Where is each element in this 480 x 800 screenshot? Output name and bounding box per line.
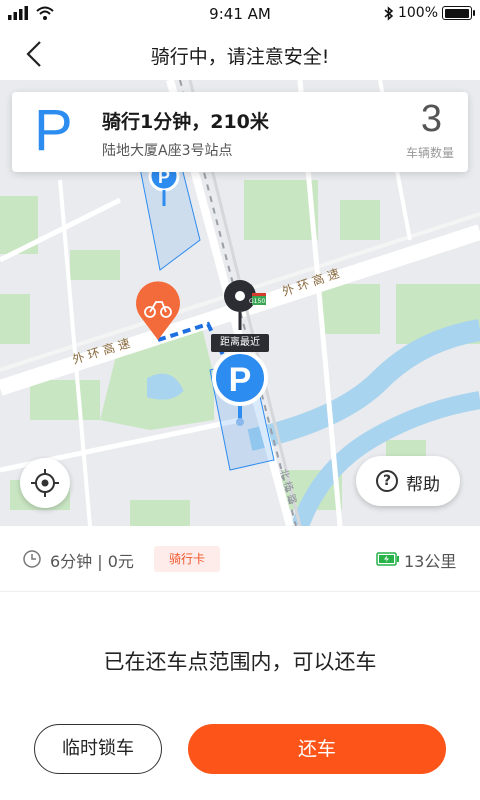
parking-letter: P: [34, 98, 73, 163]
return-bike-button[interactable]: 还车: [188, 724, 446, 774]
nearest-tag: 距离最近: [211, 334, 269, 352]
clock-icon: [23, 550, 41, 568]
page-title: 骑行中，请注意安全!: [150, 46, 330, 68]
bluetooth-icon: [384, 5, 394, 21]
vehicle-count: 3: [420, 98, 442, 140]
ride-info-row: 6分钟 | 0元 骑行卡 13公里: [0, 526, 480, 592]
svg-text:P: P: [229, 361, 252, 399]
station-name: 陆地大厦A座3号站点: [102, 143, 233, 159]
battery-percent: 100%: [397, 5, 438, 21]
return-status-message: 已在还车点范围内，可以还车: [103, 650, 377, 674]
locate-button[interactable]: [20, 458, 70, 508]
temp-lock-button[interactable]: 临时锁车: [34, 724, 162, 774]
help-button[interactable]: ? 帮助: [356, 456, 460, 506]
help-label: 帮助: [406, 475, 440, 495]
status-right: 100%: [384, 5, 475, 21]
ride-range: 13公里: [404, 552, 457, 571]
ride-time-cost: 6分钟 | 0元: [50, 552, 134, 571]
battery-level-icon: [376, 552, 399, 566]
svg-text:G1501: G1501: [249, 298, 269, 305]
question-icon: ?: [376, 470, 398, 492]
status-bar: 9:41 AM 100%: [0, 0, 480, 28]
ride-card-badge[interactable]: 骑行卡: [154, 546, 220, 572]
station-info-card[interactable]: P 骑行1分钟，210米 陆地大厦A座3号站点 3 车辆数量: [12, 92, 468, 172]
locate-icon: [31, 469, 59, 497]
battery-icon: [442, 6, 475, 20]
vehicle-count-label: 车辆数量: [405, 146, 454, 160]
nav-bar: 骑行中，请注意安全!: [0, 28, 480, 80]
ride-summary: 骑行1分钟，210米: [102, 111, 269, 133]
